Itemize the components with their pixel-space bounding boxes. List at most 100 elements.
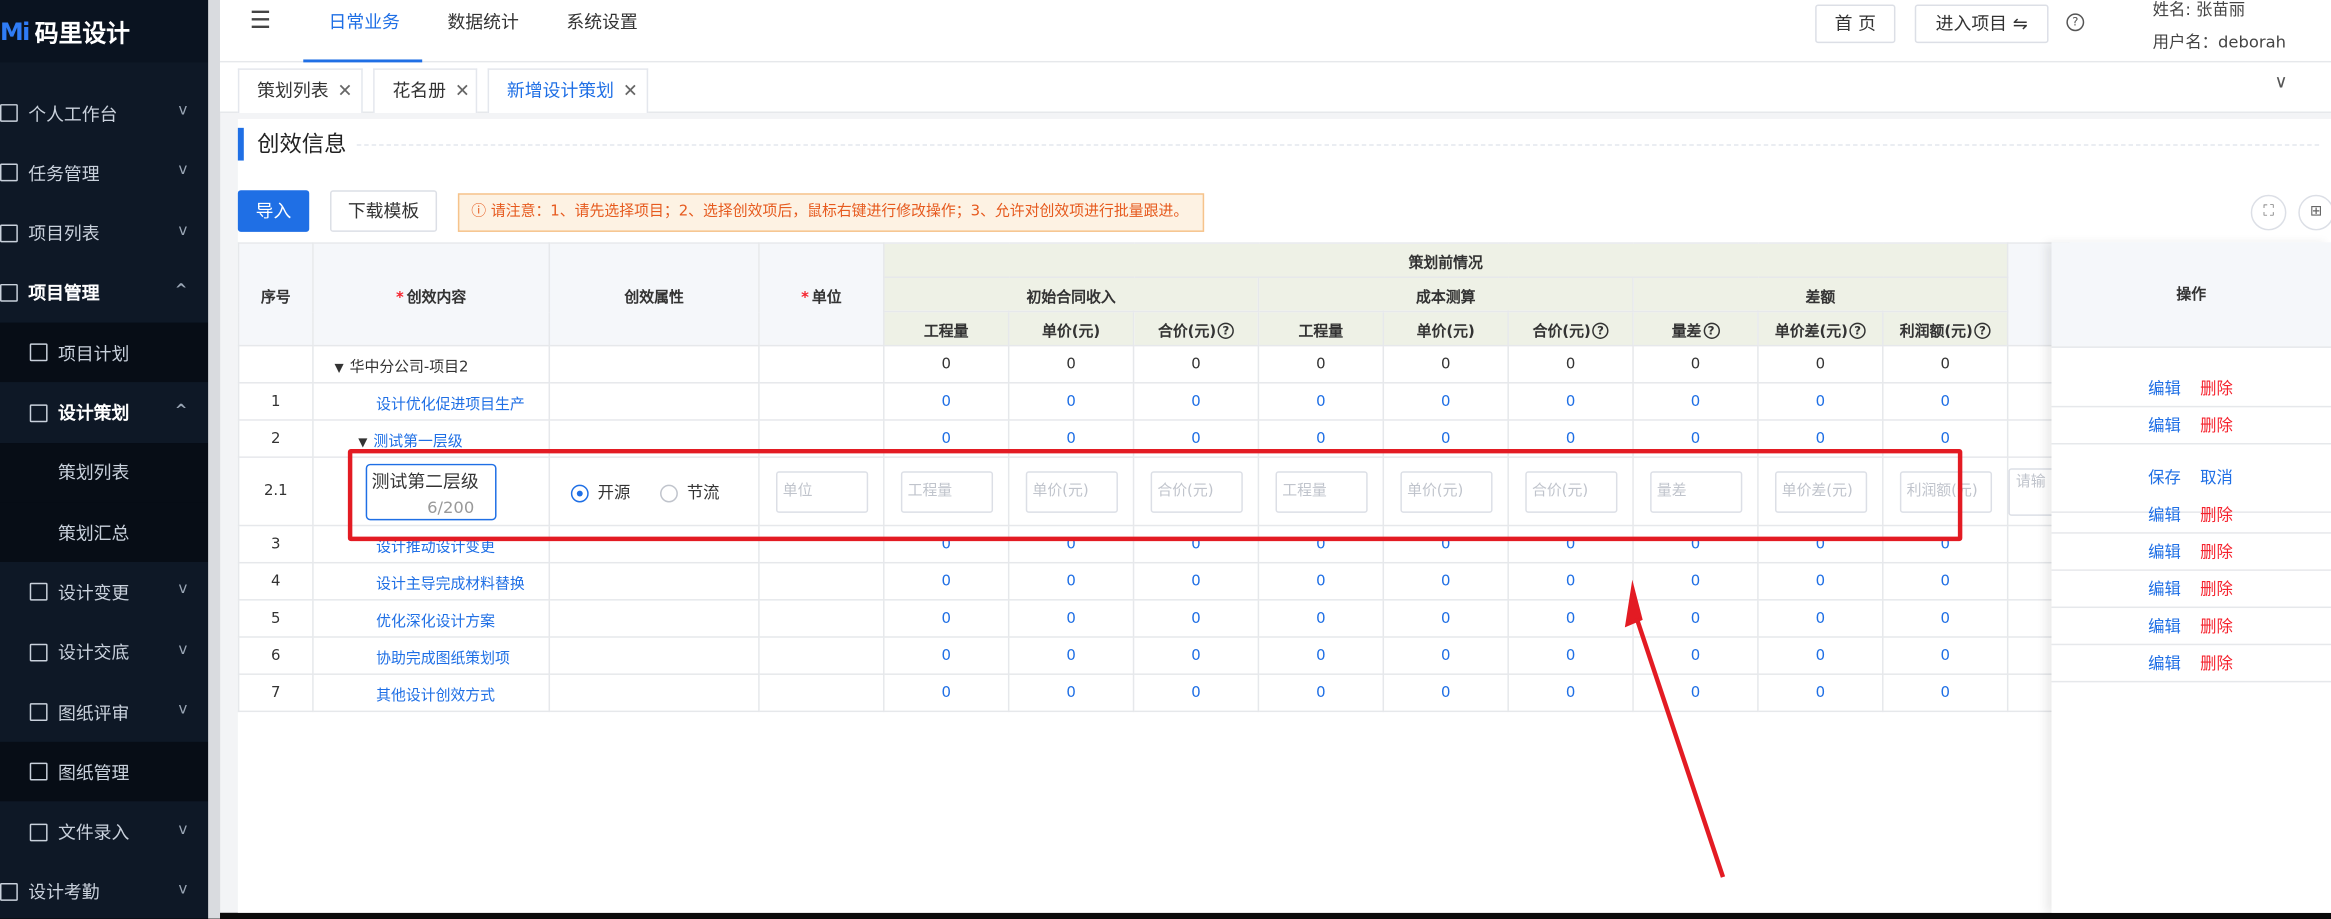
delete-button[interactable]: 删除 (2200, 407, 2233, 444)
value-cell: 0 (1507, 673, 1634, 713)
tab-roster[interactable]: 花名册 ✕ (373, 68, 478, 113)
sidebar-item[interactable]: 项目计划 (0, 322, 209, 383)
tab-plan-list[interactable]: 策划列表 ✕ (237, 68, 363, 113)
edit-button[interactable]: 编辑 (2148, 645, 2181, 682)
value-cell: 0 (1382, 382, 1509, 421)
sidebar-item[interactable]: 文件录入 v (0, 802, 208, 861)
value-input[interactable]: 单价(元) (1007, 456, 1135, 527)
sidebar-item[interactable]: 策划汇总 (0, 502, 209, 563)
table-row-editing: 2.1 测试第二层级 6/200 开源 节流 单位 工程量 单价(元) 合价(元) 工程量 单价(元… (237, 456, 2070, 527)
sidebar-item[interactable]: 图纸管理 (0, 742, 209, 802)
edit-button[interactable]: 编辑 (2148, 571, 2181, 608)
chevron-icon: v (178, 222, 188, 239)
chevron-icon: v (178, 881, 188, 898)
header-op: 操作 (2051, 242, 2331, 348)
edit-button[interactable]: 编辑 (2148, 497, 2181, 534)
value-cell: 0 (1382, 636, 1509, 675)
content-link[interactable]: 优化深化设计方案 (312, 599, 551, 638)
value-cell: 0 (1507, 382, 1634, 421)
home-button[interactable]: 首 页 (1815, 4, 1896, 44)
edit-button[interactable]: 编辑 (2148, 407, 2181, 444)
sidebar-item[interactable]: 项目列表 v (0, 203, 208, 262)
value-input[interactable]: 量差 (1632, 456, 1759, 527)
value-input[interactable]: 工程量 (883, 456, 1010, 527)
close-icon[interactable]: ✕ (455, 80, 470, 101)
content-link[interactable]: 设计主导完成材料替换 (312, 561, 551, 601)
attr-cell (548, 524, 760, 564)
content-link[interactable]: 设计推动设计变更 (312, 524, 551, 564)
sidebar-item[interactable]: 图纸评审 v (0, 682, 208, 741)
edit-button[interactable]: 编辑 (2148, 370, 2181, 407)
value-cell: 0 (1507, 561, 1634, 601)
sidebar-item[interactable]: 设计策划 ^ (0, 383, 208, 442)
nav-daily[interactable]: 日常业务 (303, 0, 423, 63)
delete-button[interactable]: 删除 (2200, 571, 2233, 608)
menu-icon (0, 283, 18, 302)
value-input[interactable]: 单价差(元) (1757, 456, 1884, 527)
download-template-button[interactable]: 下载模板 (330, 190, 438, 232)
import-button[interactable]: 导入 (237, 190, 310, 232)
group-name[interactable]: ▼ 华中分公司-项目2 (312, 344, 551, 384)
header-diff-qty: 量差? (1632, 310, 1759, 347)
delete-button[interactable]: 删除 (2200, 534, 2233, 571)
unit-cell (758, 561, 885, 601)
menu-icon (29, 643, 48, 662)
edit-button[interactable]: 编辑 (2148, 608, 2181, 645)
value-cell: 0 (883, 382, 1010, 421)
value-cell: 0 (1507, 524, 1634, 564)
help-icon: ? (1974, 322, 1991, 339)
attr-cell (548, 636, 760, 675)
content-link[interactable]: 设计优化促进项目生产 (312, 382, 551, 421)
sidebar-item[interactable]: 设计考勤 v (0, 862, 208, 919)
value-input[interactable]: 合价(元) (1507, 456, 1634, 527)
value-input[interactable]: 利润额(元) (1882, 456, 2009, 527)
sidebar-item[interactable]: 任务管理 v (0, 143, 208, 202)
unit-input[interactable]: 单位 (758, 456, 885, 527)
value-cell: 0 (883, 599, 1010, 638)
sidebar-item-label: 项目管理 (28, 283, 100, 304)
menu-icon (0, 223, 18, 242)
nav-settings[interactable]: 系统设置 (566, 0, 637, 62)
header-seq: 序号 (237, 242, 314, 347)
value-cell: 0 (1257, 636, 1385, 675)
header-unit: * 单位 (758, 242, 885, 347)
name-textarea[interactable]: 测试第二层级 6/200 (312, 456, 551, 527)
sidebar-item[interactable]: 设计变更 v (0, 563, 208, 622)
content-link[interactable]: ▼ 测试第一层级 (312, 419, 551, 458)
value-cell: 0 (1757, 636, 1884, 675)
column-settings-icon[interactable]: ⊞ (2298, 194, 2331, 231)
delete-button[interactable]: 删除 (2200, 497, 2233, 534)
sidebar-item[interactable]: 项目管理 ^ (0, 263, 208, 322)
content-link[interactable]: 其他设计创效方式 (312, 673, 551, 713)
delete-button[interactable]: 删除 (2200, 608, 2233, 645)
value-cell: 0 (1632, 344, 1759, 384)
attr-radio-group[interactable]: 开源 节流 (548, 456, 760, 527)
close-icon[interactable]: ✕ (337, 80, 352, 101)
attr-cell (548, 561, 760, 601)
nav-stats[interactable]: 数据统计 (447, 0, 518, 62)
enter-project-button[interactable]: 进入项目 ⇋ (1914, 4, 2049, 44)
value-cell: 0 (1007, 561, 1135, 601)
sidebar-item-label: 设计策划 (57, 402, 130, 424)
radio-off (660, 483, 678, 502)
value-cell: 0 (1257, 344, 1385, 384)
sidebar-item[interactable]: 个人工作台 v (0, 83, 208, 142)
delete-button[interactable]: 删除 (2200, 370, 2233, 407)
fullscreen-icon[interactable]: ⛶ (2250, 194, 2287, 231)
value-input[interactable]: 工程量 (1257, 456, 1385, 527)
menu-toggle-icon[interactable]: ☰ (250, 6, 271, 34)
chevron-down-icon[interactable]: ∨ (2275, 71, 2288, 92)
close-icon[interactable]: ✕ (623, 80, 638, 101)
section-title: 创效信息 (237, 127, 346, 161)
sidebar-item[interactable]: 设计交底 v (0, 622, 208, 681)
value-input[interactable]: 合价(元) (1132, 456, 1260, 527)
content-link[interactable]: 协助完成图纸策划项 (312, 636, 551, 675)
value-input[interactable]: 单价(元) (1382, 456, 1509, 527)
help-icon[interactable]: ? (2066, 13, 2085, 32)
value-cell: 0 (1757, 561, 1884, 601)
chevron-icon: v (178, 162, 188, 179)
sidebar-item[interactable]: 策划列表 (0, 442, 209, 503)
edit-button[interactable]: 编辑 (2148, 534, 2181, 571)
delete-button[interactable]: 删除 (2200, 645, 2233, 682)
tab-new-plan[interactable]: 新增设计策划 ✕ (487, 68, 649, 113)
